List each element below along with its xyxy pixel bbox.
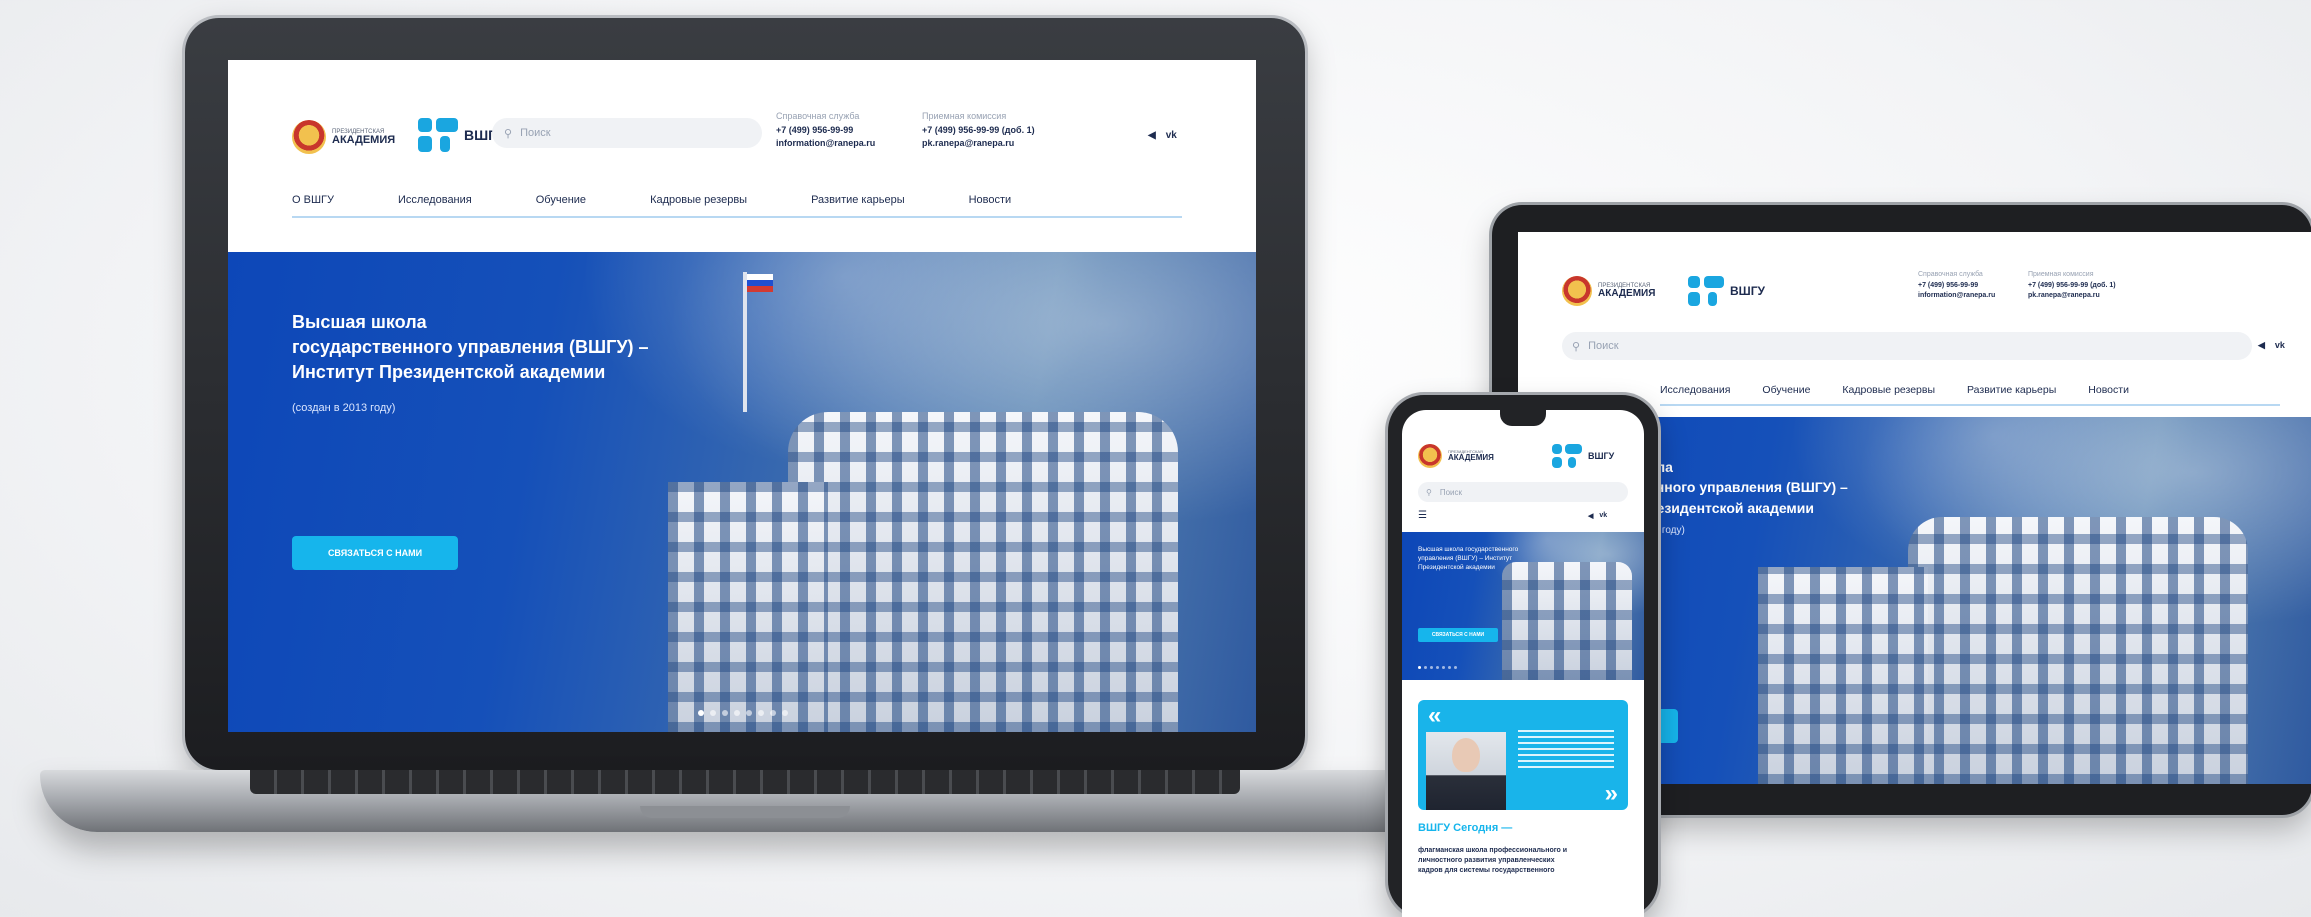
help-phone[interactable]: +7 (499) 956-99-99 [776, 124, 875, 138]
vk-icon[interactable]: vk [2275, 340, 2285, 351]
phone-hero-title: Высшая школа государственного управления… [1418, 546, 1519, 571]
nav-item-news[interactable]: Новости [969, 194, 1012, 206]
academy-logo[interactable]: ПРЕЗИДЕНТСКАЯ АКАДЕМИЯ [292, 120, 395, 154]
building-image [788, 412, 1178, 732]
vshgu-mark-icon [418, 118, 458, 152]
tablet-help-contact: Справочная служба +7 (499) 956-99-99 inf… [1918, 271, 1996, 299]
phone-hero-banner: Высшая школа государственного управления… [1402, 532, 1644, 680]
vk-icon[interactable]: vk [1166, 130, 1177, 141]
tablet-social-links: ◀ vk [2258, 340, 2285, 351]
flagpole [743, 272, 747, 412]
nav-item-reserves[interactable]: Кадровые резервы [650, 194, 747, 206]
social-links: ◀ vk [1148, 130, 1177, 141]
portrait-image [1426, 732, 1506, 810]
phone-notch [1500, 408, 1546, 426]
academy-emblem-icon [1562, 276, 1592, 306]
tablet-vshgu-logo[interactable]: ВШГУ [1688, 276, 1765, 306]
search-icon: ⚲ [504, 127, 513, 140]
vshgu-mark-icon [1552, 444, 1582, 468]
vshgu-mark-icon [1688, 276, 1724, 306]
building-wing-image [668, 482, 828, 732]
telegram-icon[interactable]: ◀ [1148, 130, 1156, 141]
tablet-academy-logo[interactable]: ПРЕЗИДЕНТСКАЯ АКАДЕМИЯ [1562, 276, 1655, 306]
help-email[interactable]: information@ranepa.ru [776, 137, 875, 151]
quote-open-icon: « [1428, 702, 1442, 729]
academy-emblem-icon [1418, 444, 1442, 468]
phone-screen: ПРЕЗИДЕНТСКАЯ АКАДЕМИЯ ВШГУ ⚲ Поиск ☰ ◀ … [1402, 410, 1644, 917]
academy-logo-text: АКАДЕМИЯ [332, 133, 396, 146]
search-placeholder: Поиск [520, 127, 551, 139]
flag-icon [747, 274, 773, 292]
phone-search-input[interactable]: ⚲ Поиск [1418, 482, 1628, 502]
tablet-hero-title: ола енного управления (ВШГУ) – резидентс… [1648, 459, 1848, 516]
phone-vshgu-logo[interactable]: ВШГУ [1552, 444, 1614, 468]
quote-text-lines [1518, 730, 1614, 770]
help-label: Справочная служба [776, 111, 860, 121]
laptop-keyboard [250, 770, 1240, 794]
hero-title: Высшая школа государственного управления… [292, 312, 649, 383]
hamburger-menu-icon[interactable]: ☰ [1418, 510, 1427, 521]
hero-subtitle: (создан в 2013 году) [292, 402, 396, 414]
vk-icon[interactable]: vk [1599, 512, 1607, 520]
search-icon: ⚲ [1426, 487, 1432, 497]
academy-emblem-icon [292, 120, 326, 154]
telegram-icon[interactable]: ◀ [1588, 512, 1593, 520]
contact-us-button[interactable]: СВЯЗАТЬСЯ С НАМИ [292, 536, 458, 570]
carousel-dots[interactable] [698, 710, 788, 716]
phone-contact-us-button[interactable]: СВЯЗАТЬСЯ С НАМИ [1418, 628, 1498, 642]
help-contact: Справочная служба +7 (499) 956-99-99 inf… [776, 110, 875, 151]
admission-phone[interactable]: +7 (499) 956-99-99 (доб. 1) [922, 124, 1035, 138]
nav-item-education[interactable]: Обучение [536, 194, 586, 206]
nav-item-research[interactable]: Исследования [398, 194, 472, 206]
search-icon: ⚲ [1572, 340, 1581, 353]
nav-item-career[interactable]: Развитие карьеры [811, 194, 905, 206]
tablet-admission-contact: Приемная комиссия +7 (499) 956-99-99 (до… [2028, 271, 2116, 299]
phone-social-links: ◀ vk [1588, 512, 1607, 520]
nav-divider [292, 216, 1182, 218]
admission-label: Приемная комиссия [922, 111, 1007, 121]
tablet-main-nav: Исследования Обучение Кадровые резервы Р… [1660, 384, 2129, 396]
laptop-opening-notch [640, 806, 850, 818]
nav-item-about[interactable]: О ВШГУ [292, 194, 334, 206]
quote-card[interactable]: « » [1418, 700, 1628, 810]
admission-contact: Приемная комиссия +7 (499) 956-99-99 (до… [922, 110, 1035, 151]
phone-section-title: ВШГУ Сегодня — [1418, 822, 1513, 834]
search-input[interactable]: ⚲ Поиск [492, 118, 762, 148]
phone-carousel-dots[interactable] [1418, 666, 1457, 669]
telegram-icon[interactable]: ◀ [2258, 340, 2265, 351]
site-header: ПРЕЗИДЕНТСКАЯ АКАДЕМИЯ ВШГУ ⚲ Поиск Спра… [228, 60, 1256, 208]
quote-close-icon[interactable]: » [1605, 780, 1618, 808]
tablet-search-input[interactable]: ⚲ Поиск [1562, 332, 2252, 360]
phone-section-text: флагманская школа профессионального и ли… [1418, 847, 1568, 875]
phone-academy-logo[interactable]: ПРЕЗИДЕНТСКАЯ АКАДЕМИЯ [1418, 444, 1494, 468]
admission-email[interactable]: pk.ranepa@ranepa.ru [922, 137, 1035, 151]
laptop-screen: ПРЕЗИДЕНТСКАЯ АКАДЕМИЯ ВШГУ ⚲ Поиск Спра… [228, 60, 1256, 732]
main-nav: О ВШГУ Исследования Обучение Кадровые ре… [292, 194, 1011, 206]
hero-banner: Высшая школа государственного управления… [228, 252, 1256, 732]
